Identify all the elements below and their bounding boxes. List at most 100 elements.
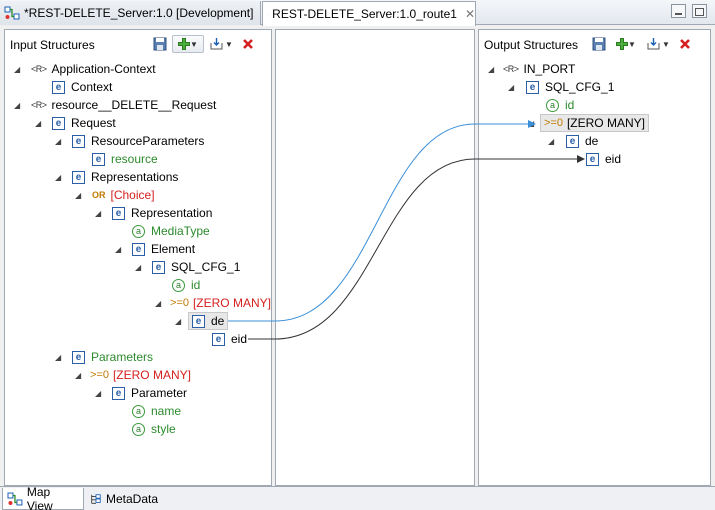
expand-toggle-icon[interactable]: ◢ — [175, 317, 181, 326]
tree-node-zero-many[interactable]: >=0 [ZERO MANY] — [540, 114, 649, 132]
tree-node-context[interactable]: e Context — [52, 78, 112, 96]
element-icon: e — [192, 314, 205, 328]
tree-node-id[interactable]: a id — [172, 276, 200, 294]
tree-node-representation[interactable]: e Representation — [112, 204, 212, 222]
delete-icon[interactable] — [675, 35, 695, 53]
tree-node-label: Request — [71, 116, 116, 130]
tree-node-label: de — [585, 134, 599, 148]
minimize-button[interactable] — [671, 4, 686, 18]
expand-toggle-icon[interactable]: ◢ — [115, 245, 121, 254]
import-icon[interactable]: ▼ — [643, 35, 673, 53]
element-icon: e — [72, 170, 85, 184]
tree-node-sql-cfg-1[interactable]: e SQL_CFG_1 — [152, 258, 240, 276]
tab-metadata[interactable]: MetaData — [86, 488, 162, 510]
tree-node-label: id — [191, 278, 201, 292]
tree-node-label: Parameter — [131, 386, 188, 400]
tree-node-parameters[interactable]: e Parameters — [72, 348, 153, 366]
add-icon[interactable]: ▼ — [611, 35, 641, 53]
expand-toggle-icon[interactable]: ◢ — [55, 173, 61, 182]
tree-node-choice[interactable]: OR [Choice] — [92, 186, 155, 204]
tree-node-de[interactable]: e de — [188, 312, 229, 330]
tree-node-request[interactable]: e Request — [52, 114, 116, 132]
tree-node-eid[interactable]: e eid — [586, 150, 621, 168]
tree-node-name[interactable]: a name — [132, 402, 181, 420]
tree-node-zero-many[interactable]: >=0 [ZERO MANY] — [170, 294, 271, 312]
tree-node-label: IN_PORT — [523, 62, 576, 76]
element-icon: e — [566, 134, 579, 148]
map-view-icon — [7, 492, 23, 505]
import-icon[interactable]: ▼ — [206, 35, 236, 53]
expand-toggle-icon[interactable]: ◢ — [95, 389, 101, 398]
add-dropdown-icon[interactable]: ▼ — [190, 40, 198, 49]
tree-node-sql-cfg-1[interactable]: e SQL_CFG_1 — [526, 78, 614, 96]
expand-toggle-icon[interactable]: ◢ — [55, 137, 61, 146]
tree-node-resource-parameters[interactable]: e ResourceParameters — [72, 132, 204, 150]
expand-toggle-icon[interactable]: ◢ — [35, 119, 41, 128]
close-tab-icon[interactable]: ✕ — [465, 7, 475, 21]
zero-many-icon: >=0 — [170, 297, 189, 309]
import-dropdown-icon[interactable]: ▼ — [225, 40, 233, 49]
expand-toggle-icon[interactable]: ◢ — [508, 83, 514, 92]
element-icon: e — [112, 386, 125, 400]
tree-node-de[interactable]: e de — [566, 132, 598, 150]
tree-node-id[interactable]: a id — [546, 96, 574, 114]
tree-node-application-context[interactable]: <R> Application-Context — [31, 60, 156, 78]
expand-toggle-icon[interactable]: ◢ — [75, 191, 81, 200]
expand-toggle-icon[interactable]: ◢ — [155, 299, 161, 308]
tab-route1-label: REST-DELETE_Server:1.0_route1 — [272, 7, 457, 21]
save-icon[interactable] — [589, 35, 609, 53]
tree-node-style[interactable]: a style — [132, 420, 176, 438]
tree-node-representations[interactable]: e Representations — [72, 168, 178, 186]
expand-toggle-icon[interactable]: ◢ — [95, 209, 101, 218]
attribute-icon: a — [132, 224, 145, 238]
add-icon[interactable]: ▼ — [172, 35, 204, 53]
import-dropdown-icon[interactable]: ▼ — [662, 40, 670, 49]
maximize-button[interactable] — [692, 4, 707, 18]
tab-route1[interactable]: REST-DELETE_Server:1.0_route1 ✕ — [262, 1, 476, 26]
tree-node-label: id — [565, 98, 575, 112]
element-icon: e — [52, 80, 65, 94]
delete-icon[interactable] — [238, 35, 258, 53]
input-panel-title: Input Structures — [10, 38, 95, 52]
tree-node-label: Element — [151, 242, 196, 256]
expand-toggle-icon[interactable]: ◢ — [14, 65, 20, 74]
tree-node-label: [ZERO MANY] — [112, 368, 191, 382]
tree-node-label: SQL_CFG_1 — [171, 260, 241, 274]
tree-node-label: Representations — [91, 170, 179, 184]
expand-toggle-icon[interactable]: ◢ — [488, 65, 494, 74]
tree-node-mediatype[interactable]: a MediaType — [132, 222, 210, 240]
expand-toggle-icon[interactable]: ◢ — [75, 371, 81, 380]
route-icon — [267, 13, 269, 15]
bottom-tab-bar: Map View MetaData — [0, 484, 715, 510]
tree-node-delete-request[interactable]: <R> resource__DELETE__Request — [31, 96, 216, 114]
expand-toggle-icon[interactable]: ◢ — [528, 119, 534, 128]
element-icon: e — [72, 350, 85, 364]
tree-node-label: ResourceParameters — [91, 134, 205, 148]
tab-map-view[interactable]: Map View — [2, 484, 84, 510]
tree-node-parameter[interactable]: e Parameter — [112, 384, 187, 402]
expand-toggle-icon[interactable]: ◢ — [548, 137, 554, 146]
mapping-area — [275, 29, 475, 486]
zero-many-icon: >=0 — [90, 369, 109, 381]
save-icon[interactable] — [150, 35, 170, 53]
element-icon: e — [72, 134, 85, 148]
mapper-editor: *REST-DELETE_Server:1.0 [Development] RE… — [0, 0, 715, 510]
element-icon: e — [112, 206, 125, 220]
root-icon: <R> — [31, 64, 47, 74]
element-icon: e — [586, 152, 599, 166]
tree-node-label: [Choice] — [110, 188, 155, 202]
tab-metadata-label: MetaData — [105, 492, 158, 506]
expand-toggle-icon[interactable]: ◢ — [135, 263, 141, 272]
tree-node-resource[interactable]: e resource — [92, 150, 158, 168]
tree-node-label: Application-Context — [51, 62, 156, 76]
element-icon: e — [152, 260, 165, 274]
tree-node-zero-many-params[interactable]: >=0 [ZERO MANY] — [90, 366, 191, 384]
tab-map-view-label: Map View — [26, 484, 53, 510]
expand-toggle-icon[interactable]: ◢ — [14, 101, 20, 110]
tree-node-in-port[interactable]: <R> IN_PORT — [503, 60, 575, 78]
tree-node-eid[interactable]: e eid — [212, 330, 247, 348]
tree-node-element[interactable]: e Element — [132, 240, 195, 258]
add-dropdown-icon[interactable]: ▼ — [628, 40, 636, 49]
expand-toggle-icon[interactable]: ◢ — [55, 353, 61, 362]
tab-development[interactable]: *REST-DELETE_Server:1.0 [Development] — [0, 1, 261, 25]
